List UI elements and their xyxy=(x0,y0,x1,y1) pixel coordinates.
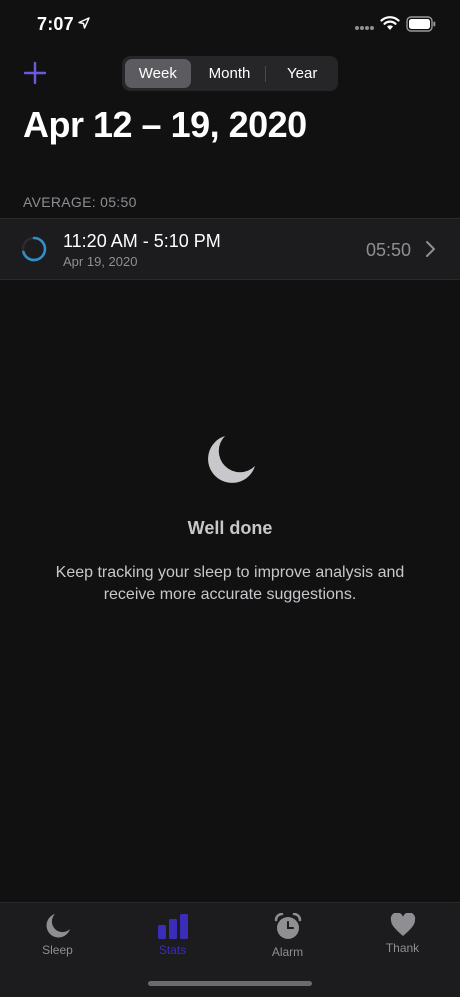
heart-icon xyxy=(390,913,415,936)
cellular-signal-icon xyxy=(355,26,374,30)
entry-date: Apr 19, 2020 xyxy=(63,254,138,269)
bar-chart-icon xyxy=(157,914,188,939)
moon-icon xyxy=(208,436,255,483)
battery-icon xyxy=(406,16,436,32)
home-indicator xyxy=(148,981,312,986)
tab-alarm[interactable]: Alarm xyxy=(230,913,345,959)
page-title: Apr 12 – 19, 2020 xyxy=(23,104,307,145)
add-button[interactable] xyxy=(22,60,48,86)
wifi-icon xyxy=(380,16,400,30)
status-bar: 7:07 xyxy=(0,0,460,50)
segment-year[interactable]: Year xyxy=(269,59,335,88)
sleep-entry-row[interactable]: 11:20 AM - 5:10 PM Apr 19, 2020 05:50 xyxy=(0,218,460,280)
tab-stats[interactable]: Stats xyxy=(115,913,230,957)
alarm-clock-icon xyxy=(274,913,301,939)
tab-label: Sleep xyxy=(42,943,73,957)
empty-state-title: Well done xyxy=(187,518,273,538)
segment-week[interactable]: Week xyxy=(125,59,191,88)
average-label: AVERAGE: 05:50 xyxy=(23,194,137,210)
tab-label: Stats xyxy=(158,943,187,957)
status-time: 7:07 xyxy=(37,14,74,34)
chevron-right-icon xyxy=(426,241,435,257)
progress-ring-icon xyxy=(21,236,47,262)
tab-label: Thank xyxy=(385,941,420,955)
tab-thank[interactable]: Thank xyxy=(345,913,460,955)
entry-duration: 05:50 xyxy=(366,240,412,260)
empty-state-message: Keep tracking your sleep to improve anal… xyxy=(55,564,405,603)
segment-divider xyxy=(265,65,267,82)
segment-month[interactable]: Month xyxy=(197,59,263,88)
location-arrow-icon xyxy=(78,17,90,29)
tab-label: Alarm xyxy=(271,945,304,959)
tab-bar: Sleep Stats Alarm Thank xyxy=(0,902,460,997)
entry-time-range: 11:20 AM - 5:10 PM xyxy=(63,231,221,251)
tab-sleep[interactable]: Sleep xyxy=(0,913,115,957)
period-segmented-control: Week Month Year xyxy=(122,56,338,91)
moon-icon xyxy=(46,914,70,938)
